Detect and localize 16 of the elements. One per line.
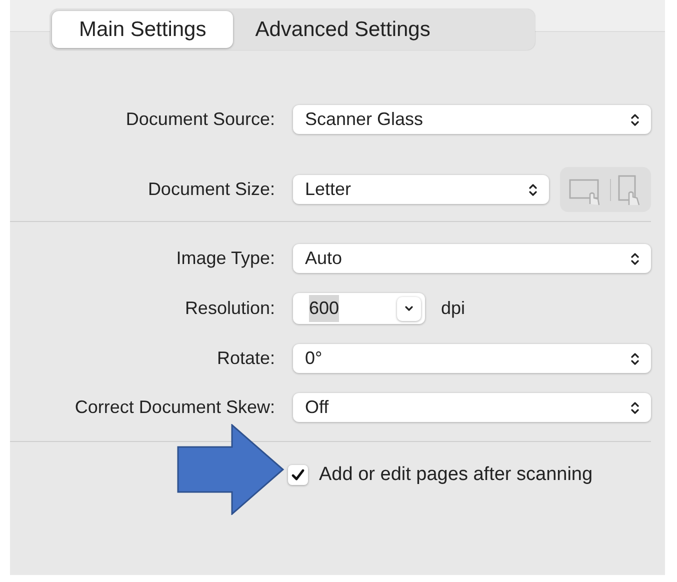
popup-button[interactable]: Off <box>293 393 651 422</box>
field-label: Document Size: <box>148 178 275 201</box>
checkbox-label[interactable]: Add or edit pages after scanning <box>319 461 593 490</box>
field-label: Resolution: <box>184 297 275 320</box>
field-label: Image Type: <box>176 247 275 270</box>
popup-button[interactable]: Scanner Glass <box>293 105 651 134</box>
popup-button[interactable]: Auto <box>293 244 651 273</box>
popup-button[interactable]: Letter <box>293 175 549 204</box>
popup-button[interactable]: 0° <box>293 344 651 373</box>
tab[interactable]: Main Settings <box>52 11 234 48</box>
field-label: Rotate: <box>216 347 275 370</box>
unit-label: dpi <box>441 297 466 320</box>
resolution-combo-box[interactable]: 600 <box>293 293 425 324</box>
field-label: Document Source: <box>126 108 275 131</box>
tab[interactable]: Advanced Settings <box>233 11 452 48</box>
field-label: Correct Document Skew: <box>74 396 275 419</box>
